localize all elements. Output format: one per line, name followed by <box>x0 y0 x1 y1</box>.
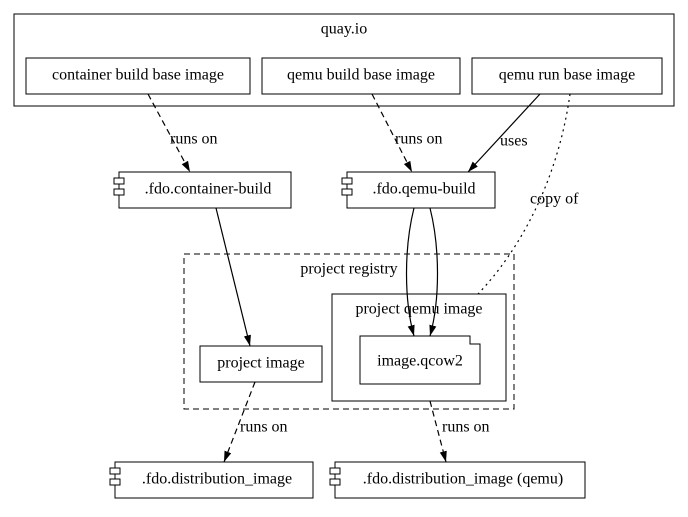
node-fdo-container-build: .fdo.container-build <box>114 172 291 208</box>
label-qbbi: qemu build base image <box>287 67 435 84</box>
edge-label-runs-on-3: runs on <box>240 419 288 436</box>
node-fdo-qemu-build: .fdo.qemu-build <box>342 172 495 208</box>
label-cbuild: .fdo.container-build <box>145 181 272 198</box>
label-cbbi: container build base image <box>52 67 224 84</box>
label-pqimg: project qemu image <box>355 301 482 318</box>
label-quayio: quay.io <box>321 21 368 38</box>
label-projreg: project registry <box>300 261 397 278</box>
node-fdo-distribution-image: .fdo.distribution_image <box>110 462 313 498</box>
label-distq: .fdo.distribution_image (qemu) <box>363 471 563 488</box>
label-qbuild: .fdo.qemu-build <box>372 181 475 198</box>
edge-label-runs-on-1: runs on <box>170 131 218 148</box>
node-fdo-distribution-image-qemu: .fdo.distribution_image (qemu) <box>330 462 585 498</box>
label-qcow: image.qcow2 <box>377 353 463 370</box>
node-image-qcow2: image.qcow2 <box>360 336 480 384</box>
label-qrbi: qemu run base image <box>499 67 635 84</box>
edge-label-uses: uses <box>500 133 528 150</box>
diagram-root: quay.io container build base image qemu … <box>0 0 688 517</box>
label-pimg: project image <box>217 355 305 372</box>
edge-label-runs-on-4: runs on <box>442 419 490 436</box>
label-dist: .fdo.distribution_image <box>142 471 292 488</box>
edge-label-copy-of: copy of <box>530 191 579 208</box>
edge-label-runs-on-2: runs on <box>395 131 443 148</box>
